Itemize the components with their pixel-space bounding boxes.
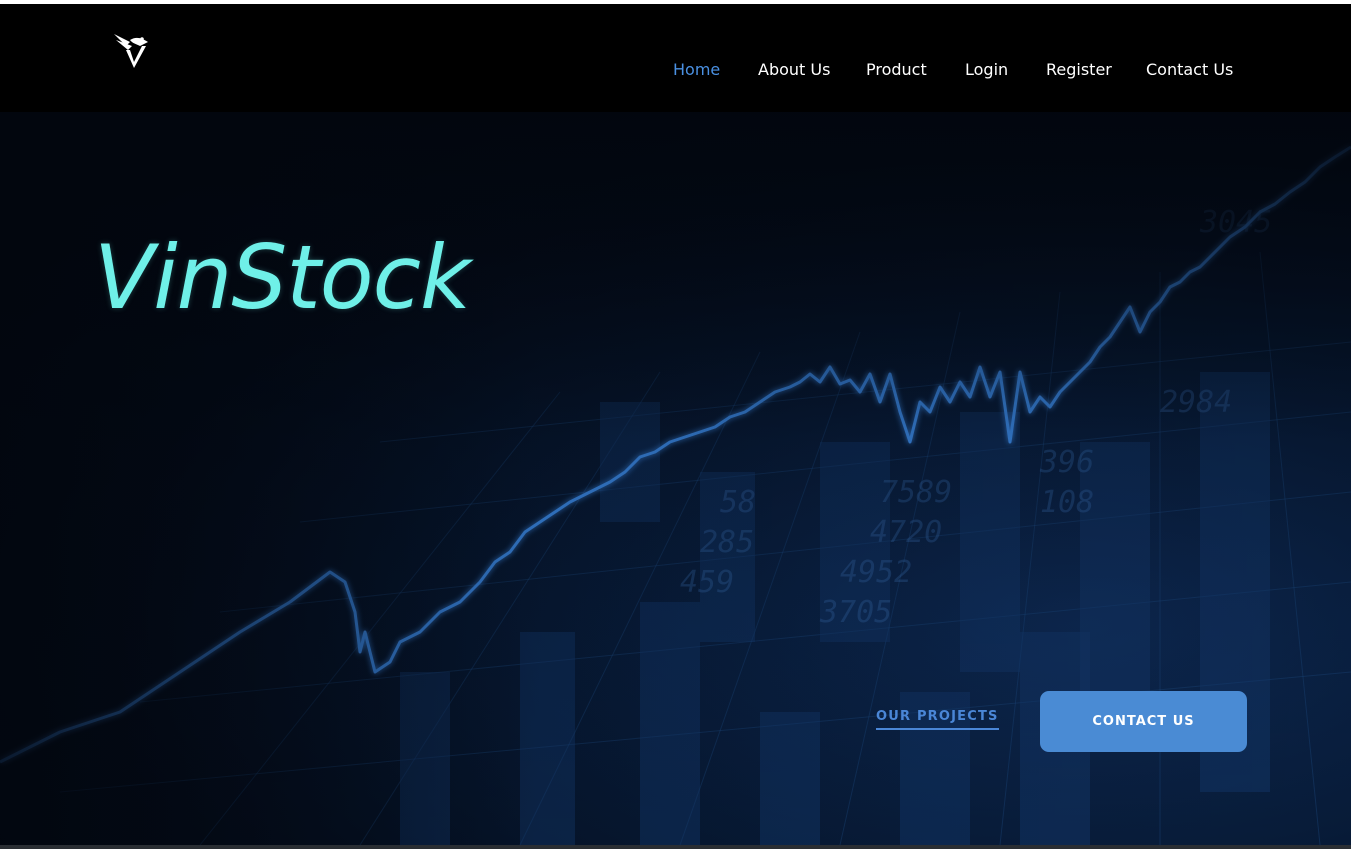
nav-login-link[interactable]: Login — [965, 60, 1008, 79]
nav-about-us-link[interactable]: About Us — [758, 60, 830, 79]
hero-brand-title: VinStock — [94, 226, 471, 329]
nav-register-link[interactable]: Register — [1046, 60, 1112, 79]
bottom-edge-bar — [0, 845, 1351, 849]
hero-section: 7589 4720 4952 3705 396 108 58 285 459 2… — [0, 112, 1351, 845]
main-nav: Home About Us Product Login Register Con… — [0, 60, 1351, 84]
top-navbar: Home About Us Product Login Register Con… — [0, 4, 1351, 112]
nav-contact-us-link[interactable]: Contact Us — [1146, 60, 1233, 79]
contact-us-button[interactable]: CONTACT US — [1040, 691, 1247, 752]
nav-home-link[interactable]: Home — [673, 60, 720, 79]
nav-product-link[interactable]: Product — [866, 60, 927, 79]
our-projects-link[interactable]: OUR PROJECTS — [876, 709, 999, 730]
page: Home About Us Product Login Register Con… — [0, 4, 1351, 849]
